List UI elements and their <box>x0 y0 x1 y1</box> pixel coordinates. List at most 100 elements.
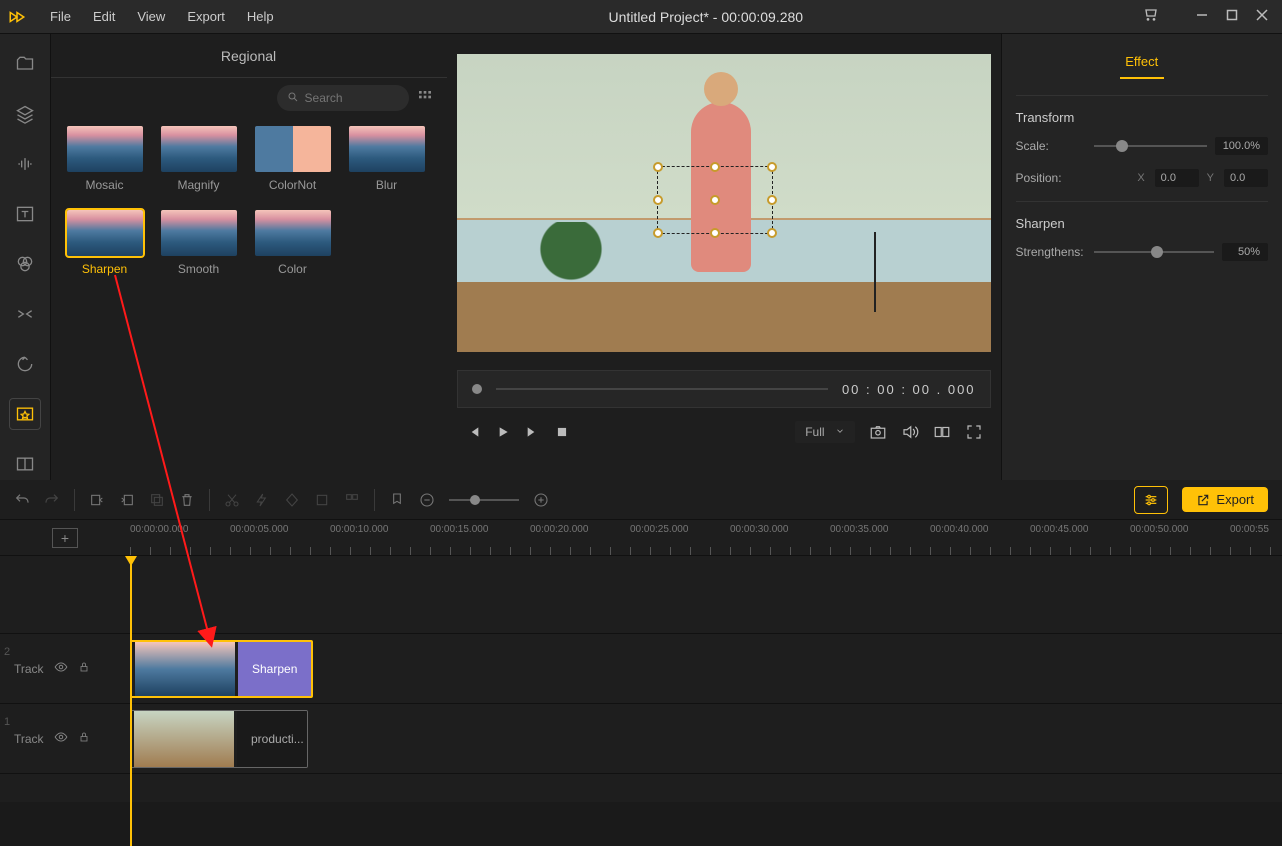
split-icon[interactable] <box>9 448 41 480</box>
cut-icon[interactable] <box>224 492 240 508</box>
ruler-tick: 00:00:20.000 <box>530 524 588 535</box>
effects-grid: Mosaic Magnify ColorNot Blur Sharpen Smo… <box>51 118 447 284</box>
timeline-ruler[interactable]: + 00:00:00.000 00:00:05.000 00:00:10.000… <box>0 520 1282 556</box>
effect-blur[interactable]: Blur <box>349 126 425 192</box>
lock-icon[interactable] <box>78 661 90 676</box>
position-y-input[interactable]: 0.0 <box>1224 169 1268 187</box>
scale-label: Scale: <box>1016 139 1086 153</box>
search-input[interactable] <box>305 91 395 105</box>
export-button[interactable]: Export <box>1182 487 1268 512</box>
scale-slider[interactable] <box>1094 145 1207 147</box>
effect-region-selector[interactable] <box>657 166 773 234</box>
effect-smooth[interactable]: Smooth <box>161 210 237 276</box>
strengthens-slider[interactable] <box>1094 251 1214 253</box>
effect-magnify[interactable]: Magnify <box>161 126 237 192</box>
visibility-icon[interactable] <box>54 730 68 747</box>
cart-icon[interactable] <box>1142 6 1158 27</box>
search-box[interactable] <box>277 85 409 111</box>
menu-export[interactable]: Export <box>177 3 235 30</box>
prev-frame-icon[interactable] <box>465 424 481 440</box>
menu-view[interactable]: View <box>127 3 175 30</box>
track-number: 2 <box>4 646 10 658</box>
y-label: Y <box>1207 172 1214 184</box>
scrubber-time: 00 : 00 : 00 . 000 <box>842 382 976 397</box>
mark-out-icon[interactable] <box>119 492 135 508</box>
undo-icon[interactable] <box>14 492 30 508</box>
visibility-icon[interactable] <box>54 660 68 677</box>
section-transform: Transform <box>1016 95 1268 125</box>
window-title: Untitled Project* - 00:00:09.280 <box>284 9 1128 25</box>
position-x-input[interactable]: 0.0 <box>1155 169 1199 187</box>
ruler-tick: 00:00:35.000 <box>830 524 888 535</box>
zoom-out-icon[interactable] <box>419 492 435 508</box>
timeline-settings-icon[interactable] <box>1134 486 1168 514</box>
effect-clip-sharpen[interactable]: Sharpen <box>130 640 313 698</box>
grid-view-icon[interactable] <box>417 89 433 108</box>
volume-icon[interactable] <box>901 423 919 441</box>
audio-icon[interactable] <box>9 148 41 180</box>
effects-panel: Regional Mosaic Magnify ColorNot Blur Sh… <box>51 34 447 480</box>
timeline: Export + 00:00:00.000 00:00:05.000 00:00… <box>0 480 1282 802</box>
effect-sharpen[interactable]: Sharpen <box>67 210 143 276</box>
strengthens-value[interactable]: 50% <box>1222 243 1268 261</box>
scrubber[interactable]: 00 : 00 : 00 . 000 <box>457 370 991 408</box>
fullscreen-icon[interactable] <box>965 423 983 441</box>
snapshot-icon[interactable] <box>869 423 887 441</box>
track-label: Track <box>14 732 44 746</box>
section-sharpen: Sharpen <box>1016 201 1268 231</box>
zoom-in-icon[interactable] <box>533 492 549 508</box>
properties-tab-effect[interactable]: Effect <box>1016 46 1268 77</box>
marker-icon[interactable] <box>389 492 405 508</box>
menu-edit[interactable]: Edit <box>83 3 125 30</box>
crop-icon[interactable] <box>314 492 330 508</box>
close-icon[interactable] <box>1256 8 1268 26</box>
layers-icon[interactable] <box>9 98 41 130</box>
effect-color[interactable]: Color <box>255 210 331 276</box>
video-clip[interactable]: producti... <box>130 710 308 768</box>
effects-icon[interactable] <box>9 398 41 430</box>
lock-icon[interactable] <box>78 731 90 746</box>
play-controls: Full <box>457 412 991 452</box>
ruler-tick: 00:00:45.000 <box>1030 524 1088 535</box>
playhead[interactable] <box>130 556 132 846</box>
mark-in-icon[interactable] <box>89 492 105 508</box>
ruler-tick: 00:00:55 <box>1230 524 1269 535</box>
ruler-tick: 00:00:00.000 <box>130 524 188 535</box>
redo-icon[interactable] <box>44 492 60 508</box>
delete-icon[interactable] <box>179 492 195 508</box>
compare-icon[interactable] <box>933 423 951 441</box>
app-logo-icon <box>0 0 34 34</box>
grid-icon[interactable] <box>344 492 360 508</box>
menu-file[interactable]: File <box>40 3 81 30</box>
next-frame-icon[interactable] <box>525 424 541 440</box>
media-icon[interactable] <box>9 48 41 80</box>
preview-size-select[interactable]: Full <box>795 421 854 443</box>
x-label: X <box>1137 172 1144 184</box>
scale-value[interactable]: 100.0% <box>1215 137 1268 155</box>
motion-icon[interactable] <box>9 348 41 380</box>
filters-icon[interactable] <box>9 248 41 280</box>
zoom-slider[interactable] <box>449 499 519 501</box>
transitions-icon[interactable] <box>9 298 41 330</box>
stop-icon[interactable] <box>555 425 569 439</box>
keyframe-icon[interactable] <box>284 492 300 508</box>
add-track-button[interactable]: + <box>52 528 78 548</box>
preview-video[interactable] <box>457 54 991 352</box>
properties-panel: Effect Transform Scale: 100.0% Position:… <box>1001 34 1282 480</box>
left-toolbar <box>0 34 51 480</box>
copy-icon[interactable] <box>149 492 165 508</box>
play-icon[interactable] <box>495 424 511 440</box>
ruler-tick: 00:00:05.000 <box>230 524 288 535</box>
effect-mosaic[interactable]: Mosaic <box>67 126 143 192</box>
speed-icon[interactable] <box>254 492 270 508</box>
effect-colornot[interactable]: ColorNot <box>255 126 331 192</box>
scrubber-handle[interactable] <box>472 384 482 394</box>
menu-help[interactable]: Help <box>237 3 284 30</box>
titlebar: File Edit View Export Help Untitled Proj… <box>0 0 1282 34</box>
minimize-icon[interactable] <box>1196 8 1208 26</box>
clip-label: Sharpen <box>238 642 311 696</box>
timeline-toolbar: Export <box>0 480 1282 520</box>
maximize-icon[interactable] <box>1226 8 1238 26</box>
text-icon[interactable] <box>9 198 41 230</box>
track-number: 1 <box>4 716 10 728</box>
